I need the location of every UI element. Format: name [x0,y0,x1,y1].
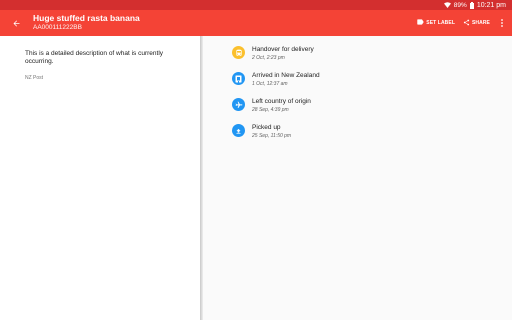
carrier-name: NZ Post [25,75,44,81]
event-item[interactable]: Picked up 25 Sep, 11:50 pm [232,122,492,142]
label-icon [417,19,425,27]
airplane-icon [235,96,243,114]
upload-icon [235,122,242,140]
overflow-menu-button[interactable] [498,14,506,32]
description-text: This is a detailed description of what i… [25,50,164,65]
app-bar: Huge stuffed rasta banana AA000111222BB … [0,10,512,36]
page-title: Huge stuffed rasta banana [33,13,140,23]
event-icon-badge [232,46,245,59]
title-block: Huge stuffed rasta banana AA000111222BB [33,13,140,32]
set-label-button[interactable]: SET LABEL [417,19,455,27]
share-button[interactable]: SHARE [463,19,490,28]
bus-icon [235,44,243,62]
wifi-icon [443,2,451,8]
battery-percent: 89% [453,1,467,9]
event-icon-badge [232,98,245,111]
tracking-number: AA000111222BB [33,24,82,31]
building-icon [235,70,242,88]
events-panel: Handover for delivery 2 Oct, 2:23 pm Arr… [203,36,512,320]
event-item[interactable]: Left country of origin 28 Sep, 4:39 pm [232,96,492,116]
event-title: Arrived in New Zealand [252,72,320,79]
status-time: 10:21 pm [476,1,506,9]
status-bar: 89% 10:21 pm [0,0,512,10]
event-title: Handover for delivery [252,46,314,53]
share-icon [463,19,470,28]
event-item[interactable]: Arrived in New Zealand 1 Oct, 12:37 am [232,70,492,90]
event-time: 2 Oct, 2:23 pm [252,55,285,61]
app-bar-actions: SET LABEL SHARE [417,10,506,36]
arrow-back-icon [12,15,21,33]
event-time: 25 Sep, 11:50 pm [252,133,292,139]
detail-panel: This is a detailed description of what i… [0,36,200,320]
more-vert-icon [501,14,503,32]
event-item[interactable]: Handover for delivery 2 Oct, 2:23 pm [232,44,492,64]
back-button[interactable] [8,16,24,32]
set-label-text: SET LABEL [426,20,455,26]
event-time: 1 Oct, 12:37 am [252,81,288,87]
event-title: Left country of origin [252,98,311,105]
status-bar-right: 89% 10:21 pm [443,0,506,10]
event-time: 28 Sep, 4:39 pm [252,107,289,113]
event-icon-badge [232,124,245,137]
event-icon-badge [232,72,245,85]
share-text: SHARE [471,20,490,26]
battery-icon [469,1,474,9]
event-title: Picked up [252,124,281,131]
